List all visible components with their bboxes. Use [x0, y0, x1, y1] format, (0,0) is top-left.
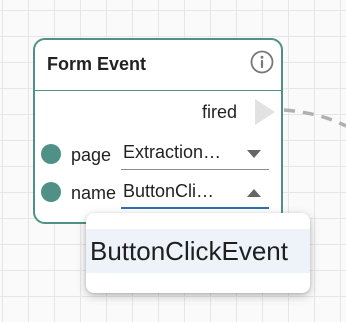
flow-canvas[interactable]: Form Event fired page Extraction… name B… [0, 0, 346, 322]
field-label-name: name [71, 183, 117, 203]
info-icon[interactable] [250, 50, 274, 74]
form-event-node[interactable]: Form Event fired page Extraction… name B… [33, 38, 283, 224]
name-select[interactable]: ButtonCli… [121, 181, 269, 209]
caret-up-icon [247, 189, 261, 197]
name-dropdown-menu: ButtonClickEvent [86, 213, 310, 293]
node-title: Form Event [47, 54, 147, 74]
input-port-name[interactable] [41, 182, 61, 202]
node-header[interactable]: Form Event [35, 40, 281, 91]
name-select-value: ButtonCli… [123, 181, 215, 201]
field-label-page: page [71, 145, 112, 165]
input-port-page[interactable] [41, 144, 61, 164]
output-port-triangle-right-icon[interactable] [255, 99, 275, 125]
caret-down-icon [247, 150, 261, 158]
output-label-fired: fired [201, 102, 237, 122]
page-select[interactable]: Extraction… [121, 142, 269, 170]
page-select-value: Extraction… [123, 142, 222, 162]
dropdown-option[interactable]: ButtonClickEvent [86, 229, 310, 273]
